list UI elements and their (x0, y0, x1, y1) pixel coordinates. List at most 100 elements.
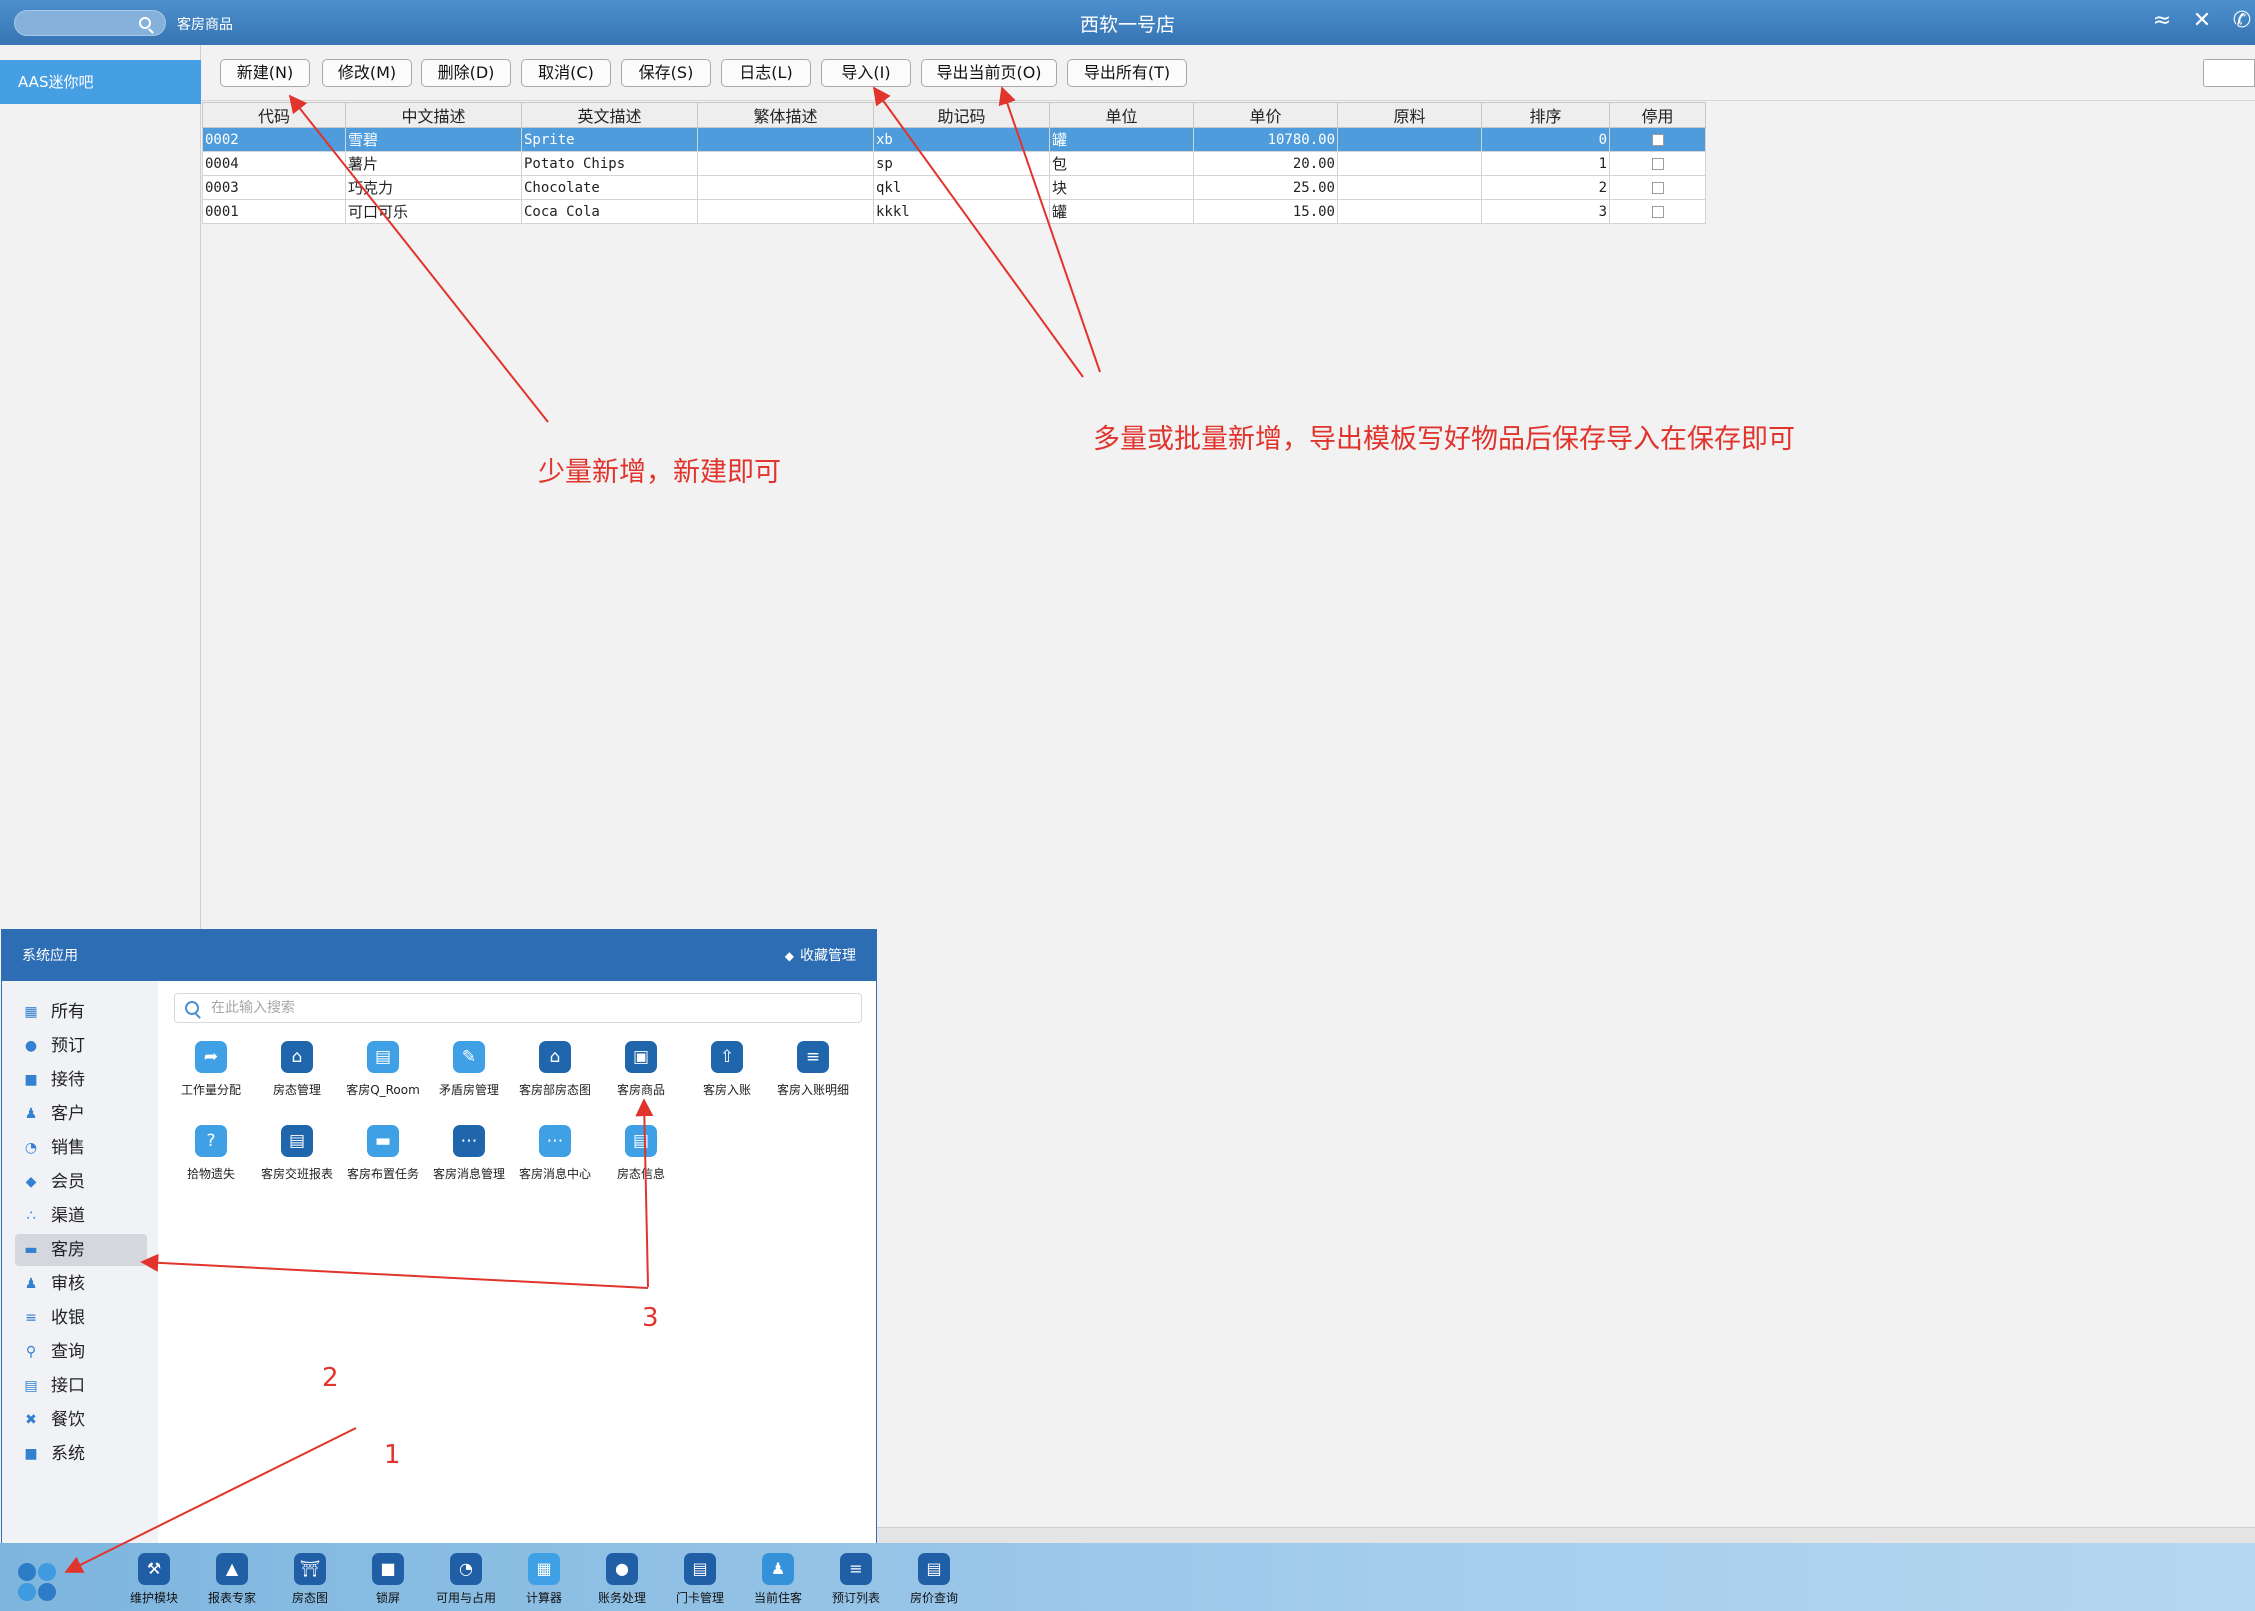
horizontal-scrollbar[interactable] (876, 1527, 2255, 1543)
app-room-status[interactable]: ⌂ 房态管理 (254, 1041, 340, 1098)
category-dining[interactable]: ✖ 餐饮 (15, 1404, 147, 1436)
column-header[interactable]: 助记码 (873, 102, 1050, 128)
tools-icon[interactable]: ✕ (2189, 8, 2215, 34)
window-icon: ▤ (367, 1041, 399, 1073)
cancel-button[interactable]: 取消(C) (521, 59, 611, 87)
app-room-posting[interactable]: ⇧ 客房入账 (684, 1041, 770, 1098)
taskbar-lock-screen[interactable]: ■ 锁屏 (351, 1553, 425, 1606)
annotation-step-1: 1 (384, 1440, 401, 1470)
column-header[interactable]: 繁体描述 (697, 102, 874, 128)
taskbar-label: 锁屏 (375, 1591, 400, 1605)
column-header[interactable]: 排序 (1481, 102, 1610, 128)
app-label: 客房布置任务 (346, 1167, 419, 1181)
toolbar: 新建(N) 修改(M) 删除(D) 取消(C) 保存(S) 日志(L) 导入(I… (201, 45, 2255, 101)
cell-tw (697, 127, 874, 152)
phone-icon[interactable]: ✆ (2229, 8, 2255, 34)
category-system[interactable]: ■ 系统 (15, 1438, 147, 1470)
channel-icon: ∴ (26, 1208, 36, 1224)
taskbar-current-guests[interactable]: ♟ 当前住客 (741, 1553, 815, 1606)
table-row[interactable]: 0002 雪碧 Sprite xb 罐 10780.00 0 (202, 127, 1706, 152)
category-channel[interactable]: ∴ 渠道 (15, 1200, 147, 1232)
taskbar-reservation-list[interactable]: ≡ 预订列表 (819, 1553, 893, 1606)
export-all-button[interactable]: 导出所有(T) (1067, 59, 1187, 87)
taskbar-accounts[interactable]: ● 账务处理 (585, 1553, 659, 1606)
app-room-goods[interactable]: ▣ 客房商品 (598, 1041, 684, 1098)
column-header[interactable]: 中文描述 (345, 102, 522, 128)
app-q-room[interactable]: ▤ 客房Q_Room (340, 1041, 426, 1098)
category-housekeeping[interactable]: ▬ 客房 (15, 1234, 147, 1266)
annotation-step-3: 3 (642, 1303, 659, 1333)
save-button[interactable]: 保存(S) (621, 59, 711, 87)
id-card-icon: ▤ (684, 1553, 716, 1585)
left-item-minibar[interactable]: AAS迷你吧 (0, 60, 201, 104)
cell-tw (697, 199, 874, 224)
search-icon (185, 1001, 199, 1015)
column-header[interactable]: 原料 (1337, 102, 1482, 128)
app-room-message-manage[interactable]: ⋯ 客房消息管理 (426, 1125, 512, 1182)
category-label: 销售 (51, 1138, 85, 1158)
category-audit[interactable]: ♟ 审核 (15, 1268, 147, 1300)
new-button[interactable]: 新建(N) (220, 59, 310, 87)
column-header[interactable]: 英文描述 (521, 102, 698, 128)
apps-search-input[interactable]: 在此输入搜索 (174, 993, 862, 1023)
column-header[interactable]: 单价 (1193, 102, 1338, 128)
column-header[interactable]: 单位 (1049, 102, 1194, 128)
category-label: 客房 (51, 1240, 85, 1260)
app-conflict-room[interactable]: ✎ 矛盾房管理 (426, 1041, 512, 1098)
taskbar-key-card[interactable]: ▤ 门卡管理 (663, 1553, 737, 1606)
log-button[interactable]: 日志(L) (721, 59, 811, 87)
export-page-button[interactable]: 导出当前页(O) (921, 59, 1057, 87)
app-label: 客房入账明细 (776, 1083, 849, 1097)
taskbar-maintenance[interactable]: ⚒ 维护模块 (117, 1553, 191, 1606)
category-all[interactable]: ▦ 所有 (15, 996, 147, 1028)
favorites-manage-link[interactable]: 收藏管理 (785, 945, 856, 965)
taskbar-room-map[interactable]: ⛩ 房态图 (273, 1553, 347, 1606)
table-row[interactable]: 0003 巧克力 Chocolate qkl 块 25.00 2 (202, 175, 1706, 200)
start-menu-icon[interactable] (18, 1563, 58, 1603)
cell-material (1337, 175, 1482, 200)
app-room-setup-task[interactable]: ▬ 客房布置任务 (340, 1125, 426, 1182)
disabled-checkbox[interactable] (1651, 134, 1664, 146)
app-room-message-center[interactable]: ⋯ 客房消息中心 (512, 1125, 598, 1182)
coins-icon: ≡ (25, 1310, 37, 1326)
category-reception[interactable]: ■ 接待 (15, 1064, 147, 1096)
house-upload-icon: ⇧ (711, 1041, 743, 1073)
wifi-icon[interactable]: ≈ (2149, 8, 2175, 34)
disabled-checkbox[interactable] (1651, 206, 1664, 218)
column-header[interactable]: 停用 (1609, 102, 1706, 128)
category-label: 收银 (51, 1308, 85, 1328)
app-lost-found[interactable]: ? 拾物遗失 (168, 1125, 254, 1182)
category-cashier[interactable]: ≡ 收银 (15, 1302, 147, 1334)
app-shift-report[interactable]: ▤ 客房交班报表 (254, 1125, 340, 1182)
cell-code: 0004 (202, 151, 346, 176)
table-row[interactable]: 0001 可口可乐 Coca Cola kkkl 罐 15.00 3 (202, 199, 1706, 224)
taskbar-availability[interactable]: ◔ 可用与占用 (429, 1553, 503, 1606)
column-header[interactable]: 代码 (202, 102, 346, 128)
table-row[interactable]: 0004 薯片 Potato Chips sp 包 20.00 1 (202, 151, 1706, 176)
category-label: 预订 (51, 1036, 85, 1056)
category-query[interactable]: ⚲ 查询 (15, 1336, 147, 1368)
category-reservation[interactable]: ● 预订 (15, 1030, 147, 1062)
edit-button[interactable]: 修改(M) (322, 59, 412, 87)
category-interface[interactable]: ▤ 接口 (15, 1370, 147, 1402)
taskbar-calculator[interactable]: ▦ 计算器 (507, 1553, 581, 1606)
category-label: 会员 (51, 1172, 85, 1192)
app-room-status-info[interactable]: ▤ 房态信息 (598, 1125, 684, 1182)
category-member[interactable]: ◆ 会员 (15, 1166, 147, 1198)
app-label: 工作量分配 (180, 1083, 241, 1097)
wrench-icon: ⚒ (138, 1553, 170, 1585)
app-workload[interactable]: ➦ 工作量分配 (168, 1041, 254, 1098)
cell-cn: 巧克力 (345, 175, 522, 200)
import-button[interactable]: 导入(I) (821, 59, 911, 87)
taskbar-report-expert[interactable]: ▲ 报表专家 (195, 1553, 269, 1606)
disabled-checkbox[interactable] (1651, 182, 1664, 194)
category-customer[interactable]: ♟ 客户 (15, 1098, 147, 1130)
app-room-posting-detail[interactable]: ≡ 客房入账明细 (770, 1041, 856, 1098)
toolbar-filter-input[interactable] (2203, 59, 2255, 87)
delete-button[interactable]: 删除(D) (421, 59, 511, 87)
app-room-map[interactable]: ⌂ 客房部房态图 (512, 1041, 598, 1098)
disabled-checkbox[interactable] (1651, 158, 1664, 170)
category-sales[interactable]: ◔ 销售 (15, 1132, 147, 1164)
category-label: 查询 (51, 1342, 85, 1362)
taskbar-rate-query[interactable]: ▤ 房价查询 (897, 1553, 971, 1606)
